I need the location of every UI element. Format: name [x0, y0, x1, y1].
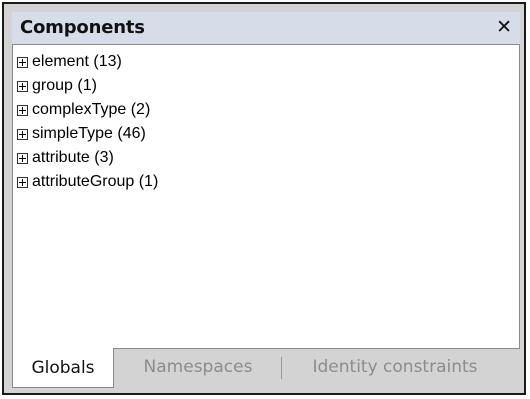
tab-namespaces[interactable]: Namespaces [116, 349, 280, 385]
tree-item-label: complexType (2) [32, 101, 151, 118]
tree-item-group[interactable]: group (1) [17, 74, 158, 98]
tab-separator [281, 357, 282, 379]
panel-tab-strip: Globals Namespaces Identity constraints [12, 348, 520, 389]
tree-item-attributegroup[interactable]: attributeGroup (1) [17, 170, 158, 194]
expand-icon[interactable] [17, 80, 28, 92]
tree-item-label: group (1) [32, 77, 97, 94]
expand-icon[interactable] [17, 152, 28, 164]
panel-title: Components [20, 17, 145, 38]
tree-item-label: attributeGroup (1) [32, 173, 159, 190]
components-panel: Components ✕ element (13) group (1) comp… [2, 2, 526, 395]
tab-globals[interactable]: Globals [12, 348, 114, 388]
tree-item-element[interactable]: element (13) [17, 50, 158, 74]
panel-title-bar: Components ✕ [12, 12, 520, 44]
tree-item-attribute[interactable]: attribute (3) [17, 146, 158, 170]
tree-item-label: simpleType (46) [32, 125, 146, 142]
tree-item-simpletype[interactable]: simpleType (46) [17, 122, 158, 146]
expand-icon[interactable] [17, 56, 28, 68]
expand-icon[interactable] [17, 128, 28, 140]
tab-identity-constraints[interactable]: Identity constraints [284, 349, 506, 385]
expand-icon[interactable] [17, 104, 28, 116]
components-tree: element (13) group (1) complexType (2) s… [12, 44, 520, 349]
tree-item-label: element (13) [32, 53, 122, 70]
tree-item-complextype[interactable]: complexType (2) [17, 98, 158, 122]
tree-item-label: attribute (3) [32, 149, 114, 166]
close-icon[interactable]: ✕ [496, 15, 512, 39]
expand-icon[interactable] [17, 176, 28, 188]
